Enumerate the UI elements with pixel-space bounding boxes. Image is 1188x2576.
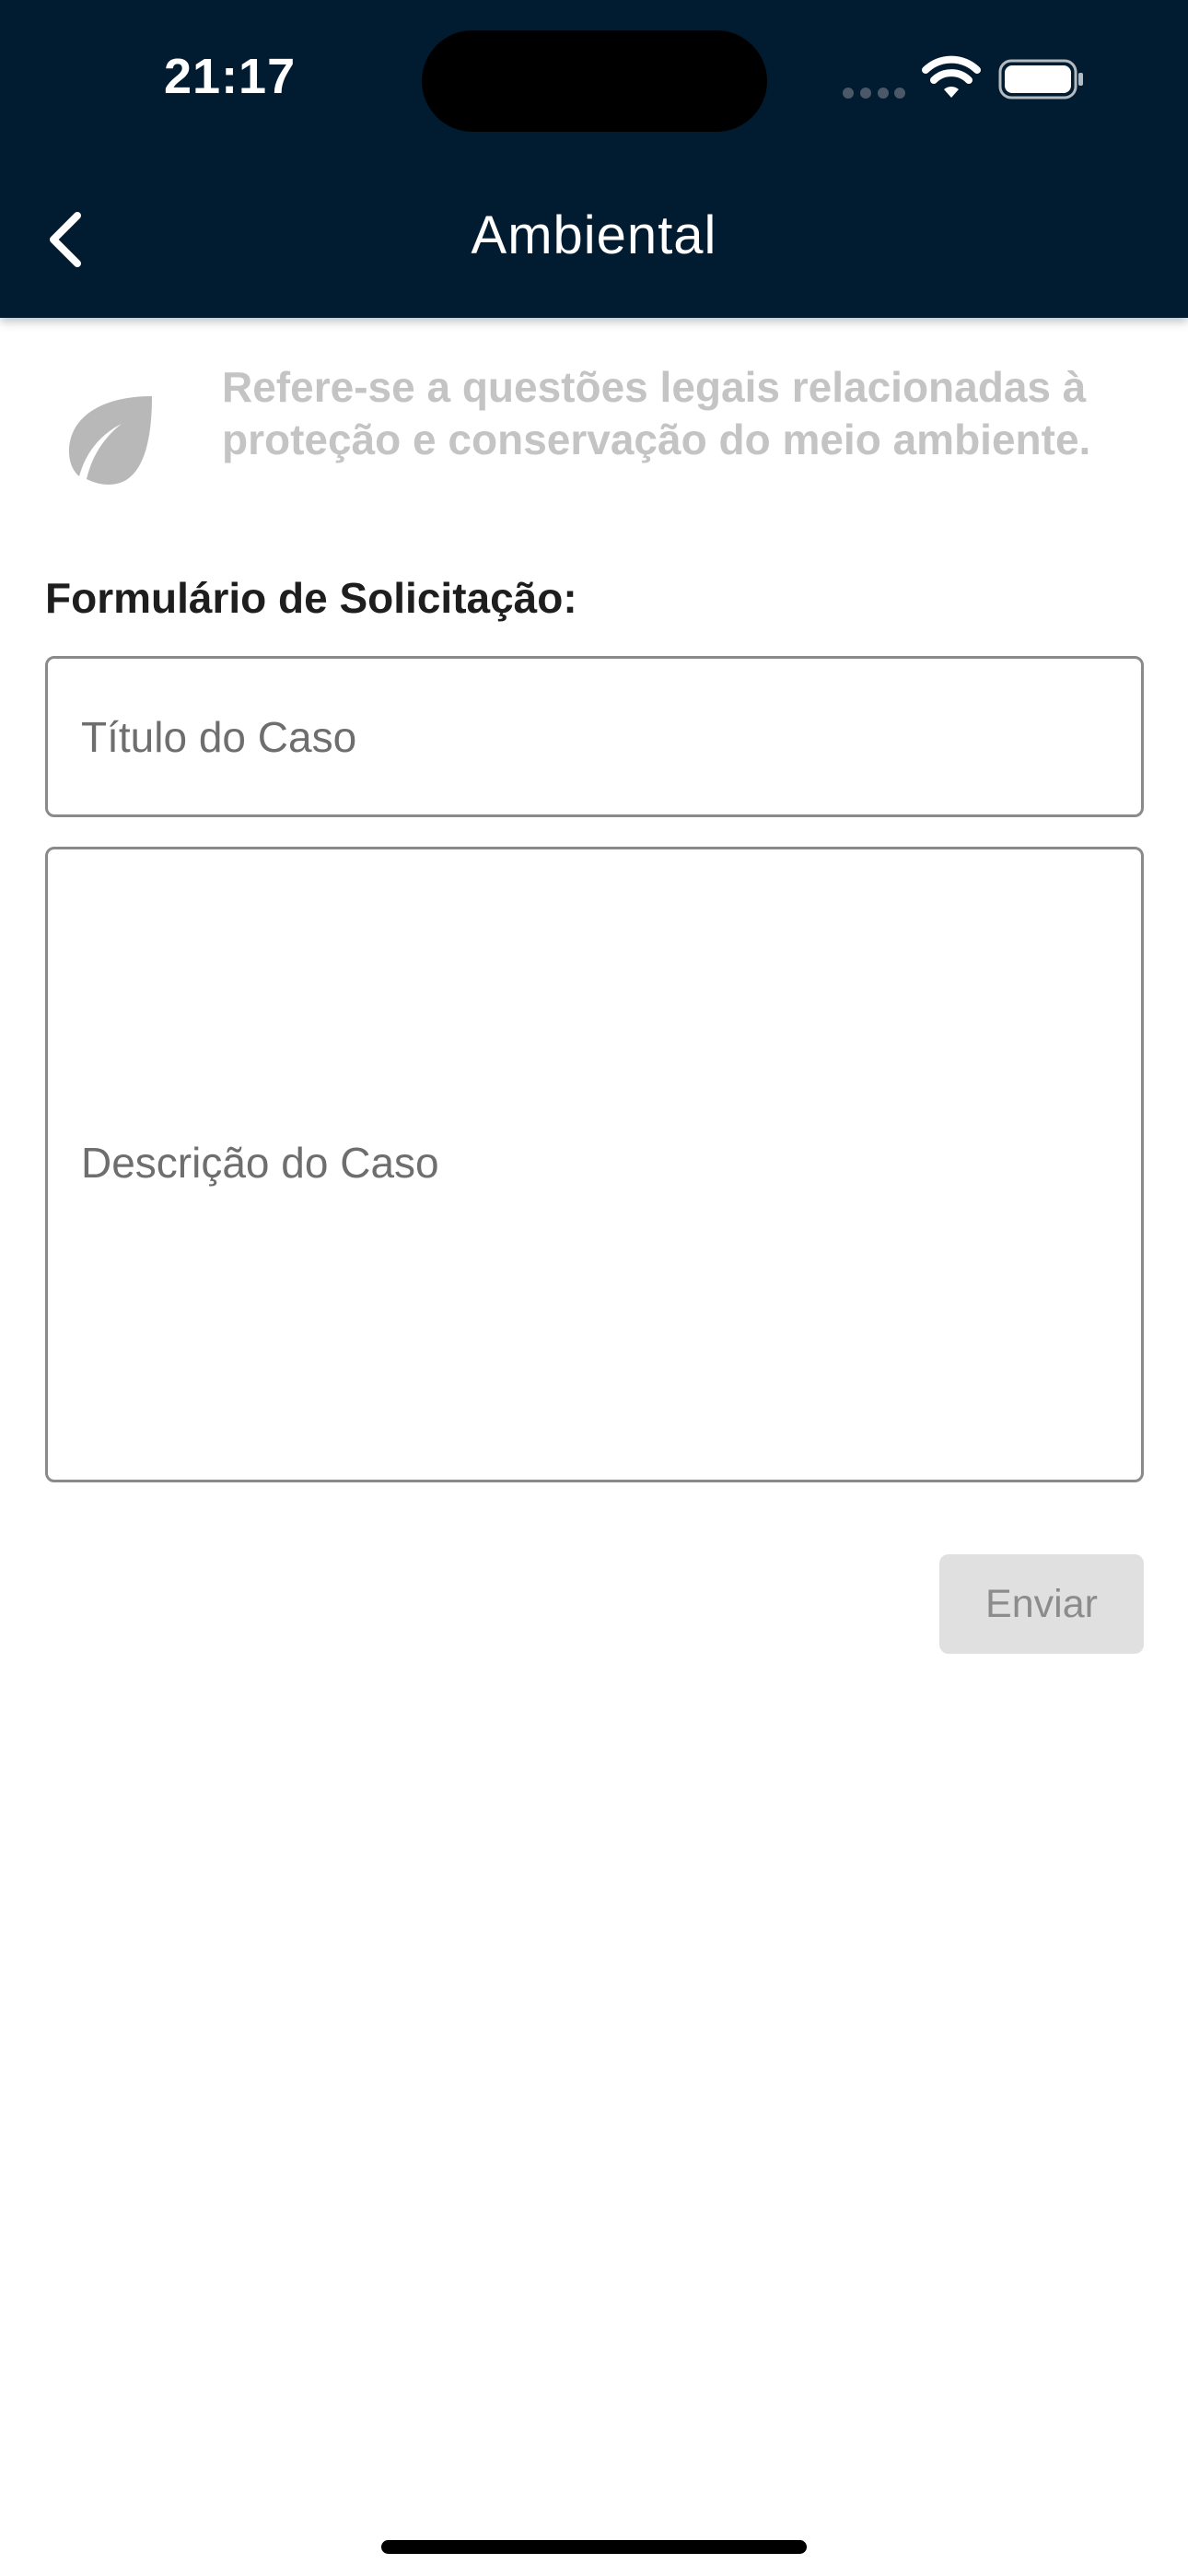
screen: 21:17 Ambiental Refere-se a questões leg… [0, 0, 1188, 2576]
dynamic-island [422, 30, 767, 132]
case-description-input[interactable] [45, 847, 1144, 1482]
battery-icon [998, 59, 1083, 100]
category-description: Refere-se a questões legais relacionadas… [222, 363, 1091, 463]
wifi-icon [922, 55, 981, 98]
submit-button[interactable]: Enviar [939, 1554, 1144, 1654]
form-label: Formulário de Solicitação: [45, 574, 577, 622]
leaf-icon [69, 396, 152, 485]
home-indicator [381, 2540, 807, 2554]
signal-icon [843, 88, 905, 99]
case-title-input[interactable] [45, 656, 1144, 817]
page-title: Ambiental [471, 205, 717, 265]
app-header: 21:17 Ambiental [0, 0, 1188, 318]
status-time: 21:17 [164, 49, 297, 104]
